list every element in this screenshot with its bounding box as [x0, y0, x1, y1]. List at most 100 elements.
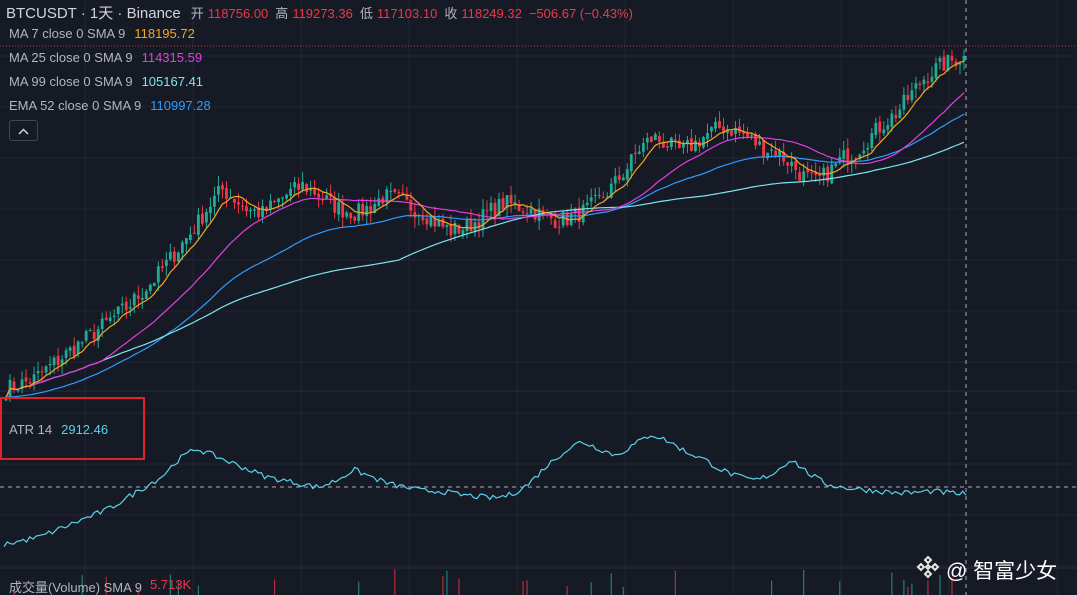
candle-body [301, 182, 305, 190]
candle [657, 131, 661, 149]
candle [213, 186, 216, 216]
candle-body [44, 366, 48, 373]
candle-body [421, 215, 425, 221]
volume-bar [273, 579, 276, 595]
candle [297, 177, 301, 198]
indicator-legend-ma25[interactable]: MA 25 close 0 SMA 9 114315.59 [9, 50, 202, 65]
volume-bar [891, 572, 893, 595]
indicator-legend-ema52[interactable]: EMA 52 close 0 SMA 9 110997.28 [9, 98, 211, 113]
indicator-legend-ma99[interactable]: MA 99 close 0 SMA 9 105167.41 [9, 74, 203, 89]
candle-body [52, 357, 56, 366]
candle-body [132, 293, 136, 306]
candle-body [694, 140, 697, 152]
candle [786, 162, 790, 175]
indicator-name: MA 99 close 0 SMA 9 [9, 74, 133, 89]
candle-body [245, 206, 248, 212]
candle [862, 141, 866, 158]
candle-body [718, 121, 721, 129]
candle-body [669, 137, 673, 148]
candle [834, 162, 838, 169]
candle-body [120, 303, 124, 306]
candle-body [489, 202, 493, 211]
volume-bar [903, 579, 905, 595]
atr-legend[interactable]: ATR 14 2912.46 [9, 422, 108, 437]
candle [922, 75, 926, 93]
candle [184, 238, 188, 253]
candle-body [918, 83, 922, 85]
collapse-legend-button[interactable] [9, 120, 38, 141]
candle-body [209, 206, 212, 214]
price-chart[interactable] [0, 0, 1077, 595]
candle-body [84, 331, 88, 341]
candle [481, 199, 485, 238]
candle [690, 129, 693, 152]
candle [621, 173, 625, 181]
candle-body [653, 134, 657, 141]
candle-body [445, 225, 449, 227]
candle [88, 328, 92, 332]
candle [898, 103, 902, 119]
volume-bar [590, 582, 592, 595]
candle-body [866, 147, 870, 150]
candle-body [906, 95, 910, 100]
volume-bar [526, 580, 528, 595]
candle [633, 144, 637, 164]
candle [762, 140, 765, 165]
candle [385, 186, 389, 209]
candle-body [822, 167, 826, 176]
candle-body [794, 161, 798, 171]
candle-body [184, 238, 188, 245]
candle [160, 259, 164, 273]
volume-bar [458, 578, 460, 595]
candle [850, 154, 854, 174]
volume-legend[interactable]: 成交量(Volume) SMA 9 5.713K [9, 577, 191, 595]
candle-body [926, 81, 930, 83]
candle-body [128, 306, 132, 309]
candle-body [930, 76, 934, 82]
candle [842, 140, 846, 168]
candle-body [493, 203, 497, 217]
candle [830, 157, 834, 185]
candle-body [758, 141, 761, 145]
candle [710, 126, 713, 138]
candle [882, 121, 886, 137]
candle [365, 199, 369, 226]
candle [493, 198, 497, 225]
volume-bar [911, 583, 913, 595]
candle-body [293, 182, 297, 188]
candle-body [762, 140, 765, 157]
candle [461, 227, 465, 239]
candle [24, 369, 28, 389]
candle-body [16, 390, 20, 392]
candle [477, 212, 481, 238]
candle-body [124, 301, 128, 311]
low-value: 117103.10 [376, 6, 438, 21]
candle-body [156, 266, 160, 283]
candle [209, 197, 212, 223]
candle-body [285, 194, 288, 199]
candle-body [886, 125, 890, 130]
candle [686, 135, 689, 153]
candle-body [429, 216, 433, 227]
volume-bar [522, 581, 524, 595]
candle-body [40, 371, 44, 373]
open-label: 开 [190, 6, 204, 21]
candle-body [233, 198, 236, 203]
candle [285, 193, 288, 201]
candle-body [24, 377, 28, 382]
volume-bar [566, 585, 568, 595]
candle-body [786, 162, 790, 166]
indicator-legend-ma7[interactable]: MA 7 close 0 SMA 9 118195.72 [9, 26, 195, 41]
candle [176, 251, 180, 263]
symbol-title[interactable]: BTCUSDT · 1天 · Binance [6, 2, 181, 23]
candle-body [710, 126, 713, 132]
candle-body [529, 208, 533, 214]
candle [108, 311, 112, 324]
candle-body [714, 121, 717, 129]
candle-body [56, 355, 60, 365]
candle-body [950, 56, 954, 61]
candle [902, 87, 906, 115]
candle-body [197, 214, 200, 235]
candle [678, 134, 681, 149]
candle-body [148, 284, 152, 291]
